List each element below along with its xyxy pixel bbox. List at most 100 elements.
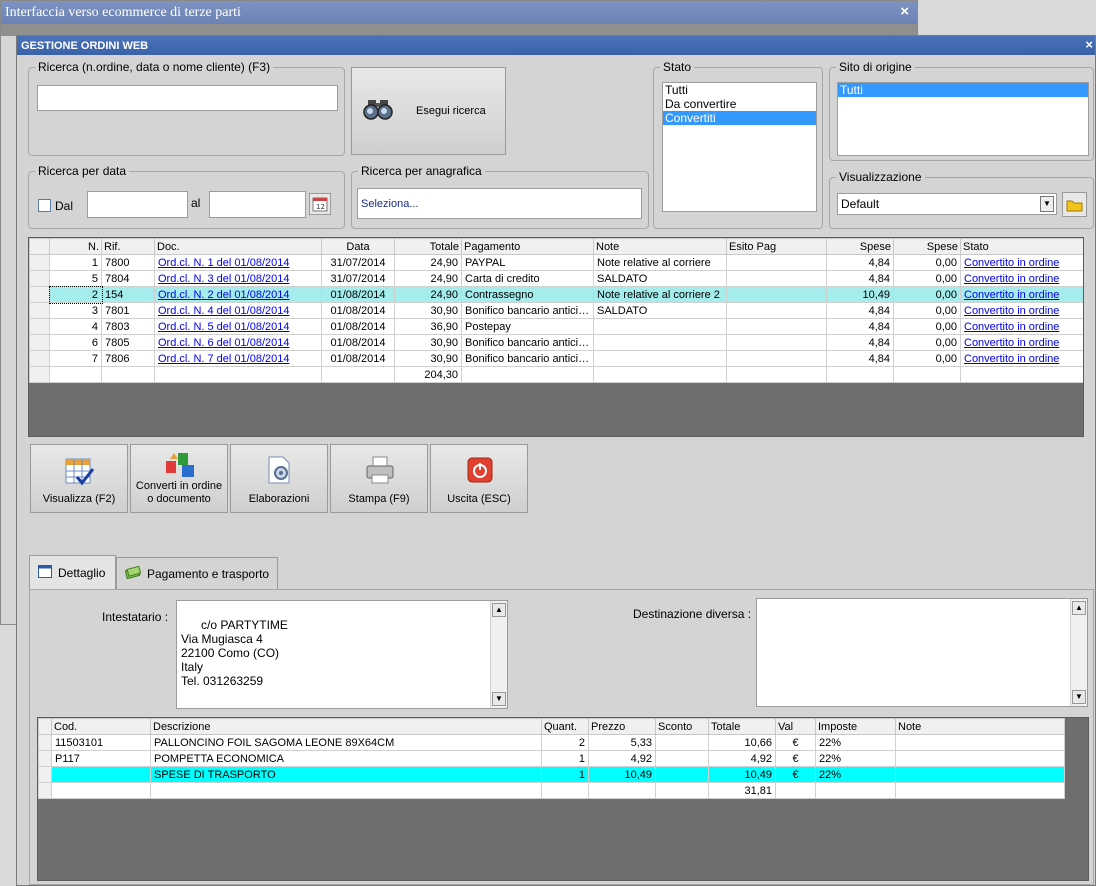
cell-descrizione: SPESE DI TRASPORTO [150,766,542,783]
order-row[interactable]: 7 7806 Ord.cl. N. 7 del 01/08/2014 01/08/20… [29,350,1083,367]
line-row[interactable]: P117 POMPETTA ECONOMICA 1 4,92 4,92 €22% [38,750,1065,767]
cell-spese: 4,84 [826,318,894,335]
folder-icon[interactable] [1062,192,1087,217]
doc-link[interactable]: Ord.cl. N. 3 del 01/08/2014 [158,273,289,285]
cell-pagamento: Contrassegno [461,286,594,303]
order-row[interactable]: 6 7805 Ord.cl. N. 6 del 01/08/2014 01/08/20… [29,334,1083,351]
col-header-totale[interactable]: Totale [708,718,776,735]
line-row[interactable]: 11503101 PALLONCINO FOIL SAGOMA LEONE 89X… [38,734,1065,751]
col-header-sconto[interactable]: Sconto [655,718,709,735]
cell-imposte: 22% [815,734,896,751]
stato-link[interactable]: Convertito in ordine [964,337,1059,349]
elaborazioni-button[interactable]: Elaborazioni [230,444,328,513]
doc-link[interactable]: Ord.cl. N. 2 del 01/08/2014 [158,289,289,301]
orders-total: 204,30 [394,366,462,383]
search-legend: Ricerca (n.ordine, data o nome cliente) … [35,60,274,74]
empty-cell [29,366,50,383]
background-close-icon[interactable]: × [900,3,909,20]
col-header-pagamento[interactable]: Pagamento [461,238,594,255]
col-header-cod[interactable]: Cod. [51,718,151,735]
calendar-icon[interactable]: 12 [309,193,331,215]
stato-option-tutti[interactable]: Tutti [663,83,816,97]
row-indicator[interactable] [29,318,50,335]
uscita-button[interactable]: Uscita (ESC) [430,444,528,513]
stato-link[interactable]: Convertito in ordine [964,289,1059,301]
col-header-n[interactable]: N. [49,238,102,255]
date-to-field[interactable] [209,191,306,218]
scroll-up-icon[interactable]: ▲ [1072,601,1086,615]
doc-link[interactable]: Ord.cl. N. 7 del 01/08/2014 [158,353,289,365]
sito-listbox[interactable]: Tutti [837,82,1089,156]
visualizza-button[interactable]: Visualizza (F2) [30,444,128,513]
stato-link[interactable]: Convertito in ordine [964,257,1059,269]
col-header-descrizione[interactable]: Descrizione [150,718,542,735]
doc-link[interactable]: Ord.cl. N. 6 del 01/08/2014 [158,337,289,349]
col-header-spese-2[interactable]: Spese [893,238,961,255]
row-indicator[interactable] [38,750,52,767]
col-header-note[interactable]: Note [895,718,1065,735]
search-input[interactable] [37,85,338,111]
doc-link[interactable]: Ord.cl. N. 5 del 01/08/2014 [158,321,289,333]
col-header-note[interactable]: Note [593,238,727,255]
col-header-data[interactable]: Data [321,238,395,255]
row-indicator[interactable] [29,350,50,367]
cell-note [593,350,727,367]
row-indicator[interactable] [38,734,52,751]
intestatario-memo[interactable]: c/o PARTYTIME Via Mugiasca 4 22100 Como … [176,600,508,709]
doc-link[interactable]: Ord.cl. N. 1 del 01/08/2014 [158,257,289,269]
chevron-down-icon[interactable]: ▼ [1040,196,1054,212]
order-row[interactable]: 4 7803 Ord.cl. N. 5 del 01/08/2014 01/08/20… [29,318,1083,335]
date-from-field[interactable] [87,191,188,218]
line-row[interactable]: SPESE DI TRASPORTO 1 10,49 10,49 €22% [38,766,1065,783]
row-indicator[interactable] [29,254,50,271]
scroll-down-icon[interactable]: ▼ [1072,690,1086,704]
date-filter-checkbox[interactable] [38,199,51,212]
stato-option-convertiti[interactable]: Convertiti [663,111,816,125]
tab-dettaglio[interactable]: Dettaglio [29,555,116,589]
col-header-stato[interactable]: Stato [960,238,1083,255]
col-header-prezzo[interactable]: Prezzo [588,718,656,735]
col-header-rif[interactable]: Rif. [101,238,155,255]
col-header-spese[interactable]: Spese [826,238,894,255]
stato-link[interactable]: Convertito in ordine [964,321,1059,333]
col-header-quant[interactable]: Quant. [541,718,589,735]
col-header-esito-pag[interactable]: Esito Pag [726,238,827,255]
col-header-totale[interactable]: Totale [394,238,462,255]
order-row[interactable]: 3 7801 Ord.cl. N. 4 del 01/08/2014 01/08/20… [29,302,1083,319]
doc-link[interactable]: Ord.cl. N. 4 del 01/08/2014 [158,305,289,317]
stato-listbox[interactable]: Tutti Da convertire Convertiti [662,82,817,212]
row-indicator[interactable] [29,334,50,351]
converti-button[interactable]: Converti in ordine o documento [130,444,228,513]
search-button[interactable]: Esegui ricerca [351,67,506,155]
row-indicator[interactable] [38,766,52,783]
intestatario-scrollbar[interactable]: ▲ ▼ [490,601,507,708]
stato-link[interactable]: Convertito in ordine [964,305,1059,317]
destinazione-scrollbar[interactable]: ▲ ▼ [1070,599,1087,706]
visualizzazione-select[interactable]: Default ▼ [837,193,1057,215]
col-header-val[interactable]: Val [775,718,816,735]
row-indicator[interactable] [29,302,50,319]
stampa-button[interactable]: Stampa (F9) [330,444,428,513]
row-indicator[interactable] [29,270,50,287]
order-row[interactable]: 5 7804 Ord.cl. N. 3 del 01/08/2014 31/07/20… [29,270,1083,287]
window-close-icon[interactable]: × [1085,37,1093,52]
sito-option-tutti[interactable]: Tutti [838,83,1088,97]
scroll-up-icon[interactable]: ▲ [492,603,506,617]
stato-link[interactable]: Convertito in ordine [964,353,1059,365]
order-row[interactable]: 1 7800 Ord.cl. N. 1 del 01/08/2014 31/07/20… [29,254,1083,271]
stato-link[interactable]: Convertito in ordine [964,273,1059,285]
order-row[interactable]: 2 154 Ord.cl. N. 2 del 01/08/2014 01/08/201… [29,285,1083,304]
tab-pagamento-trasporto[interactable]: Pagamento e trasporto [116,557,278,589]
col-header-imposte[interactable]: Imposte [815,718,896,735]
visualizzazione-group: Visualizzazione Default ▼ [829,170,1094,229]
scroll-down-icon[interactable]: ▼ [492,692,506,706]
cell-note [895,766,1065,783]
registry-select[interactable]: Seleziona... [357,188,642,219]
cell-data: 01/08/2014 [321,302,395,319]
convert-arrows-icon [164,449,196,482]
stato-option-da-convertire[interactable]: Da convertire [663,97,816,111]
destinazione-memo[interactable]: ▲ ▼ [756,598,1088,707]
cell-stato: Convertito in ordine [960,334,1083,351]
col-header-doc[interactable]: Doc. [154,238,322,255]
row-indicator[interactable] [29,286,50,303]
